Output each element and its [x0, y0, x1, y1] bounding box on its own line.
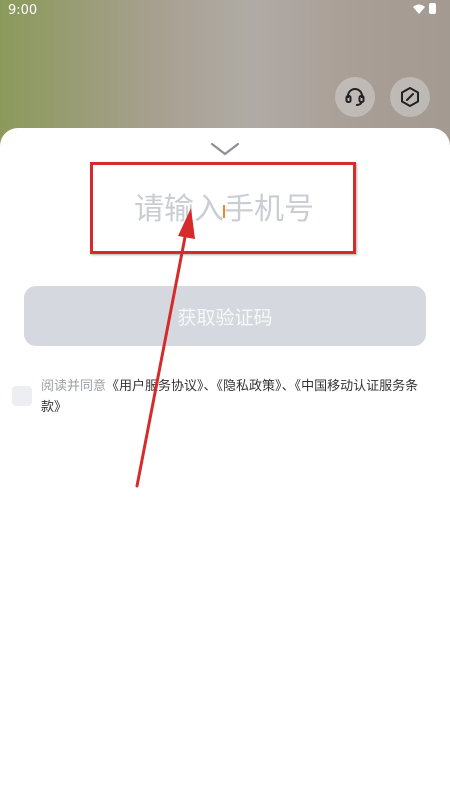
battery-icon	[429, 3, 436, 14]
customer-service-button[interactable]	[335, 77, 375, 117]
status-icons	[413, 3, 436, 14]
headset-icon	[345, 88, 365, 106]
wifi-icon	[413, 4, 425, 14]
user-agreement-link[interactable]: 《用户服务协议》	[106, 379, 204, 394]
agreement-checkbox[interactable]	[12, 386, 32, 406]
collapse-chevron-icon[interactable]	[210, 142, 240, 156]
login-sheet: 获取验证码 阅读并同意《用户服务协议》、《隐私政策》、《中国移动认证服务条款》	[0, 128, 450, 800]
agreement-sep-1: 、	[203, 379, 217, 394]
privacy-policy-link[interactable]: 《隐私政策》	[217, 379, 282, 394]
status-time: 9:00	[8, 3, 38, 18]
get-verification-code-button[interactable]: 获取验证码	[24, 286, 426, 346]
agreement-prefix: 阅读并同意	[41, 379, 107, 394]
agreement-text: 阅读并同意《用户服务协议》、《隐私政策》、《中国移动认证服务条款》	[41, 376, 431, 418]
annotation-highlight-box	[90, 162, 356, 254]
agreement-sep-2: 、	[281, 379, 295, 394]
tools-button[interactable]	[390, 77, 430, 117]
status-bar: 9:00	[0, 0, 450, 24]
tools-icon	[401, 87, 419, 107]
